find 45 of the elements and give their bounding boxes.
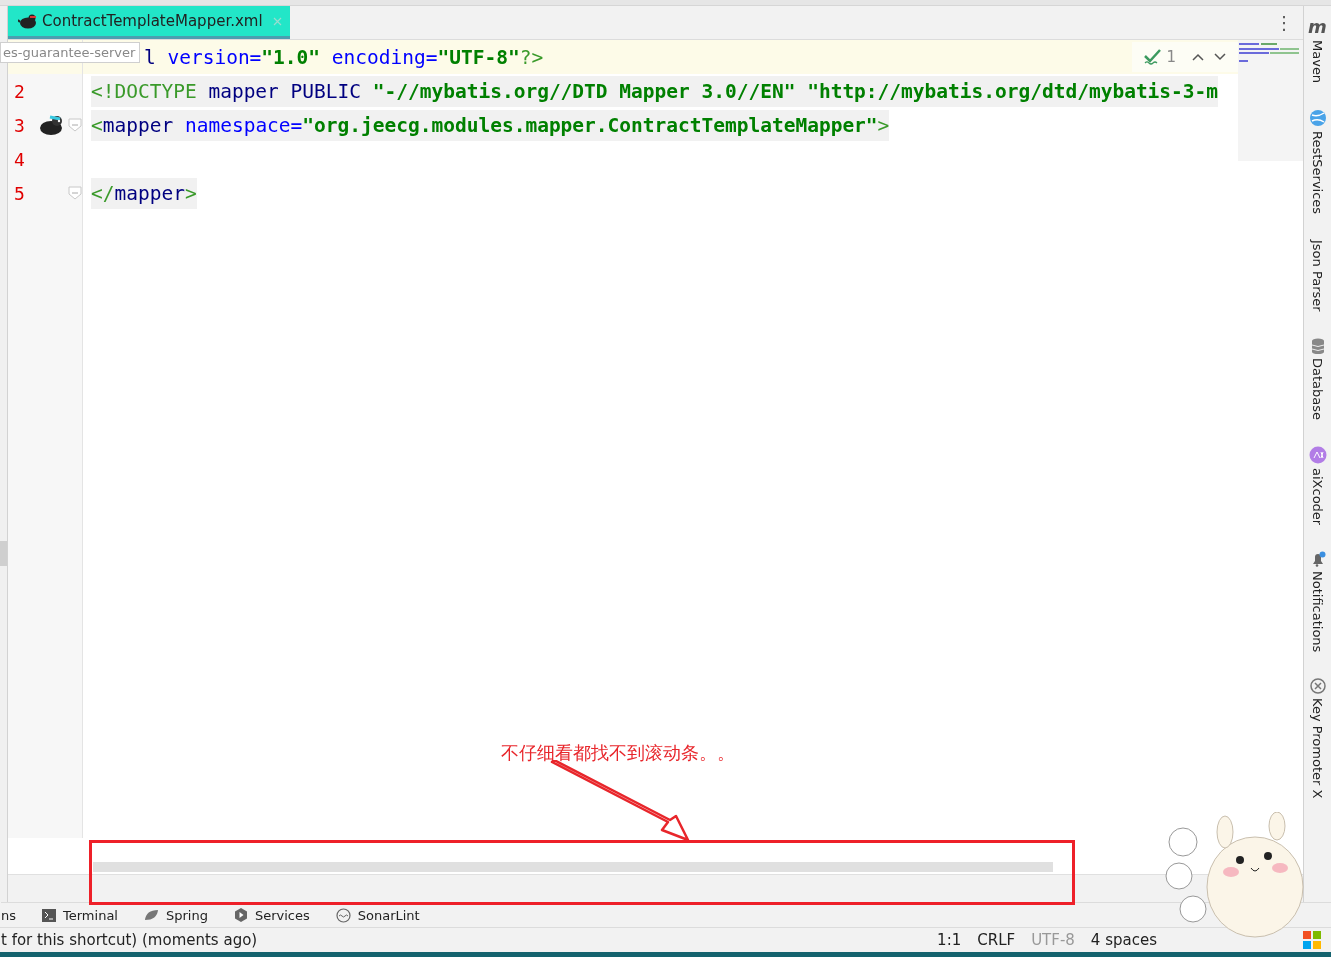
maven-icon[interactable]: m [1308,18,1327,36]
terminal-icon[interactable] [42,908,56,922]
fold-marker-icon[interactable] [68,118,82,132]
code-line: l version="1.0" encoding="UTF-8"?> [143,44,544,71]
status-item[interactable]: CRLF [977,931,1016,949]
tool-window-tab[interactable]: RestServices [1310,131,1325,215]
project-tooltip: es-guarantee-server [0,42,141,63]
bird-icon [18,13,38,29]
tool-window-tab[interactable]: Key Promoter X [1310,698,1325,799]
minimap-drawing[interactable] [1238,42,1300,64]
line-number: 2 [13,80,26,102]
tool-window-tab[interactable]: Maven [1310,40,1325,84]
four-squares-icon [1303,931,1321,949]
wave-circle-icon[interactable] [335,907,351,923]
status-message: t for this shortcut) (moments ago) [1,931,259,949]
database-icon[interactable] [1310,337,1325,354]
aix-badge-icon[interactable] [1308,445,1327,464]
scrollbar-thumb[interactable] [0,541,7,566]
chevron-down-icon[interactable] [1214,53,1226,61]
tool-window-tab[interactable]: ns [1,907,16,923]
services-icon[interactable] [233,908,248,922]
tool-window-tab[interactable]: Json Parser [1310,240,1325,312]
tool-window-tab[interactable]: Notifications [1310,571,1325,653]
more-options-button[interactable]: ⋮ [1275,12,1293,33]
tool-window-tab[interactable]: Database [1310,357,1325,420]
check-icon[interactable] [1144,49,1163,65]
tool-window-tab[interactable]: Spring [165,907,208,923]
tool-window-tab[interactable]: SonarLint [357,907,420,923]
line-number: 3 [13,114,26,136]
line-number: 5 [13,182,26,204]
leaf-icon[interactable] [143,909,159,921]
annotation-text: 不仔细看都找不到滚动条。。 [501,741,735,765]
horizontal-scrollbar[interactable] [93,862,1053,872]
problem-count: 1 [1166,48,1176,66]
fold-marker-icon[interactable] [68,186,82,200]
editor-tab[interactable]: ContractTemplateMapper.xml [8,6,290,39]
status-item[interactable]: 1:1 [937,931,962,949]
status-item[interactable]: 4 spaces [1090,931,1157,949]
tool-window-tab[interactable]: Services [254,907,310,923]
keyboard-key-icon[interactable] [1309,678,1326,695]
line-number: 4 [13,148,26,170]
globe-icon[interactable] [1308,109,1327,128]
tool-window-tab[interactable]: aiXcoder [1310,467,1325,526]
chevron-up-icon[interactable] [1192,53,1204,61]
tool-window-tab[interactable]: Terminal [63,907,118,923]
